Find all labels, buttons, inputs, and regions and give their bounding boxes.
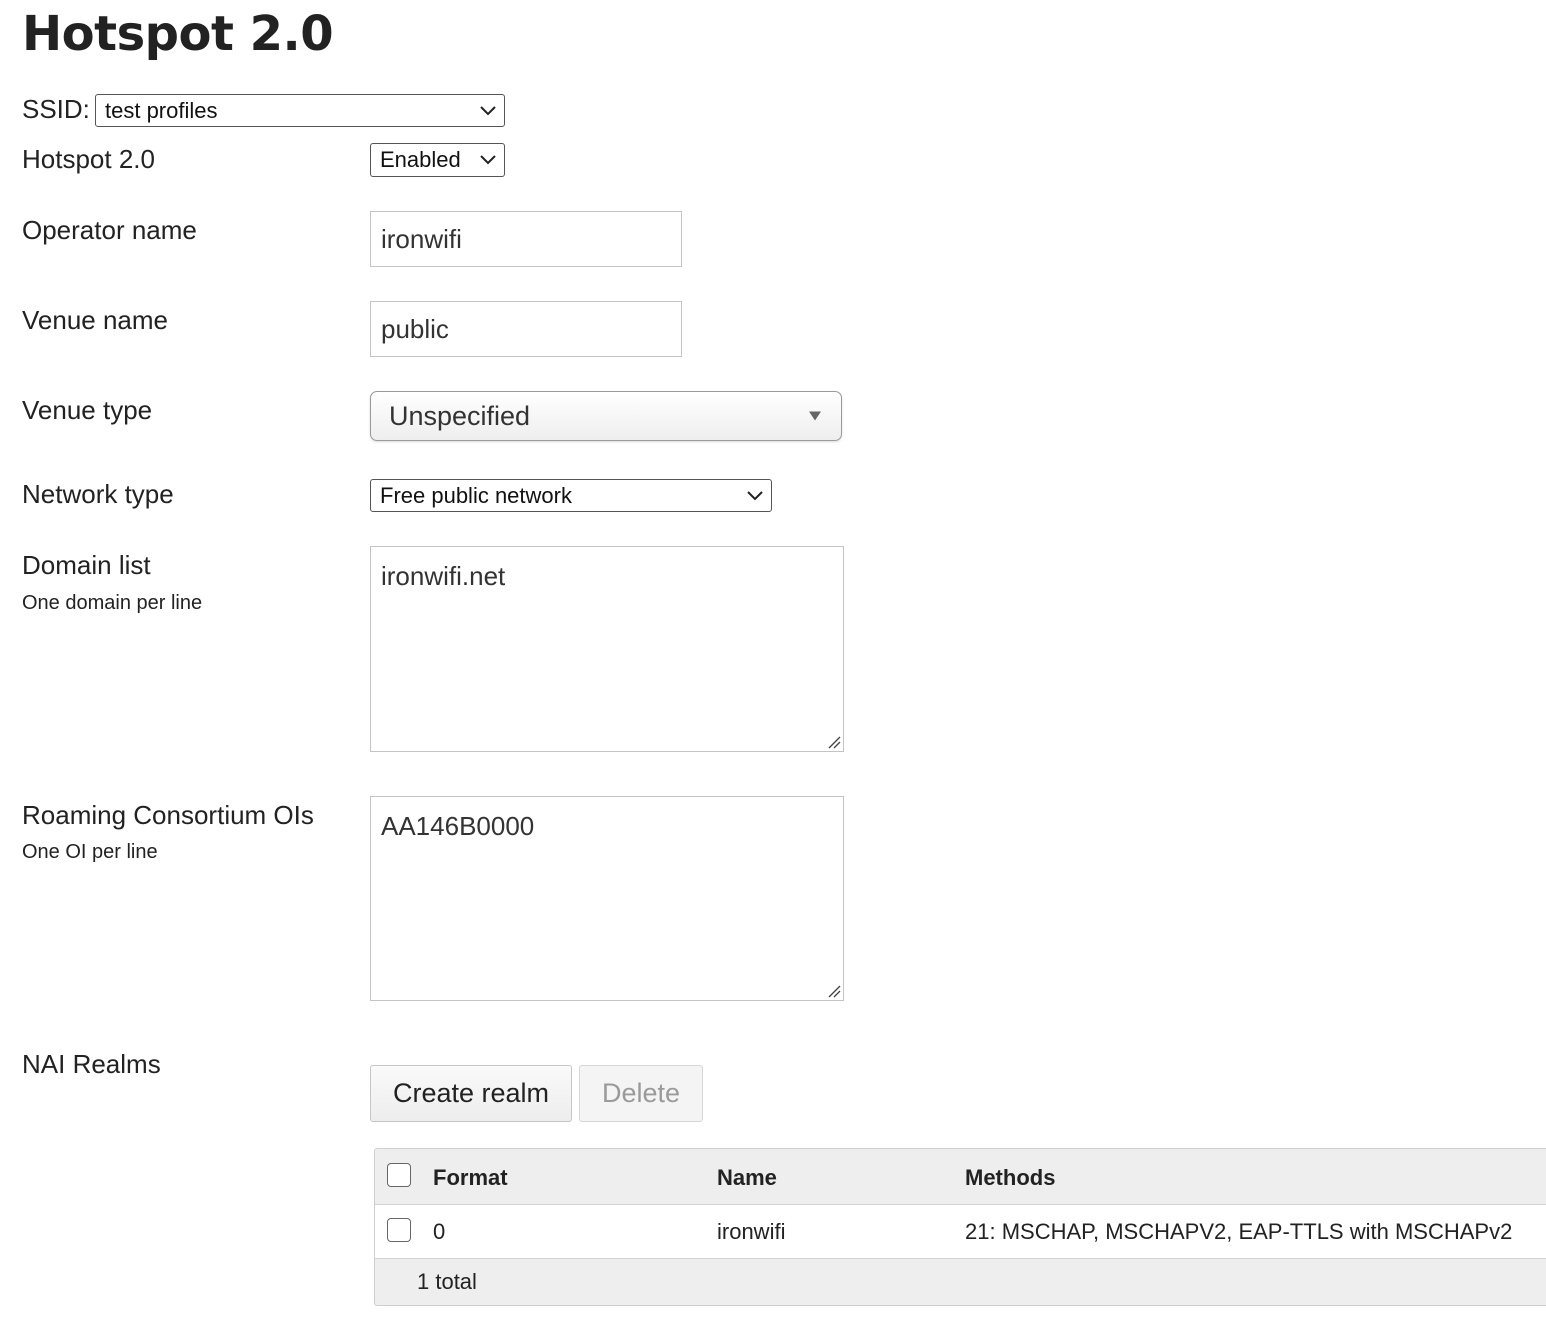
total-count: 1 total (417, 1269, 477, 1294)
roaming-ois-hint: One OI per line (22, 841, 158, 863)
operator-name-value: ironwifi (381, 223, 462, 254)
venue-type-value: Unspecified (389, 400, 531, 431)
delete-button[interactable]: Delete (579, 1065, 703, 1122)
create-realm-button[interactable]: Create realm (370, 1065, 572, 1122)
table-row[interactable]: 0 ironwifi 21: MSCHAP, MSCHAPV2, EAP-TTL… (375, 1205, 1546, 1259)
column-header-format[interactable]: Format (433, 1165, 508, 1191)
hotspot-select-value: Enabled (380, 147, 461, 172)
ssid-select[interactable]: test profiles (95, 94, 505, 127)
roaming-ois-label: Roaming Consortium OIs (22, 800, 314, 830)
network-type-value: Free public network (380, 482, 572, 508)
table-header: Format Name Methods (375, 1149, 1546, 1205)
network-type-label: Network type (22, 479, 174, 509)
hotspot-select[interactable]: Enabled (370, 143, 505, 177)
operator-name-label: Operator name (22, 215, 197, 245)
column-header-methods[interactable]: Methods (965, 1165, 1055, 1191)
roaming-ois-textarea[interactable]: AA146B0000 (370, 796, 844, 1001)
venue-type-label: Venue type (22, 395, 153, 425)
page-title: Hotspot 2.0 (22, 6, 334, 62)
venue-name-label: Venue name (22, 305, 169, 335)
venue-type-select[interactable]: Unspecified (370, 391, 842, 441)
venue-name-input[interactable]: public (370, 301, 682, 357)
cell-methods: 21: MSCHAP, MSCHAPV2, EAP-TTLS with MSCH… (965, 1219, 1513, 1244)
domain-list-textarea[interactable]: ironwifi.net (370, 546, 844, 752)
chevron-down-icon (747, 490, 763, 500)
resize-grip-icon[interactable] (827, 984, 841, 998)
column-header-name[interactable]: Name (717, 1165, 777, 1191)
operator-name-input[interactable]: ironwifi (370, 211, 682, 267)
domain-list-hint: One domain per line (22, 592, 203, 614)
chevron-down-icon (480, 105, 496, 115)
domain-list-value: ironwifi.net (381, 561, 506, 591)
hotspot-label: Hotspot 2.0 (22, 144, 155, 174)
nai-realms-label: NAI Realms (22, 1049, 161, 1079)
table-footer: 1 total (375, 1259, 1546, 1305)
domain-list-label: Domain list (22, 550, 151, 580)
chevron-down-icon (480, 155, 496, 165)
ssid-select-value: test profiles (105, 97, 218, 123)
cell-name: ironwifi (717, 1219, 786, 1244)
roaming-ois-value: AA146B0000 (381, 811, 535, 841)
venue-name-value: public (381, 313, 449, 344)
select-all-checkbox[interactable] (387, 1163, 411, 1187)
cell-format: 0 (433, 1219, 446, 1244)
resize-grip-icon[interactable] (827, 735, 841, 749)
realms-table: Format Name Methods 0 ironwifi 21: MSCHA… (374, 1148, 1546, 1306)
network-type-select[interactable]: Free public network (370, 479, 772, 512)
triangle-down-icon (809, 411, 821, 421)
ssid-label: SSID: (22, 94, 90, 124)
row-checkbox[interactable] (387, 1218, 411, 1242)
